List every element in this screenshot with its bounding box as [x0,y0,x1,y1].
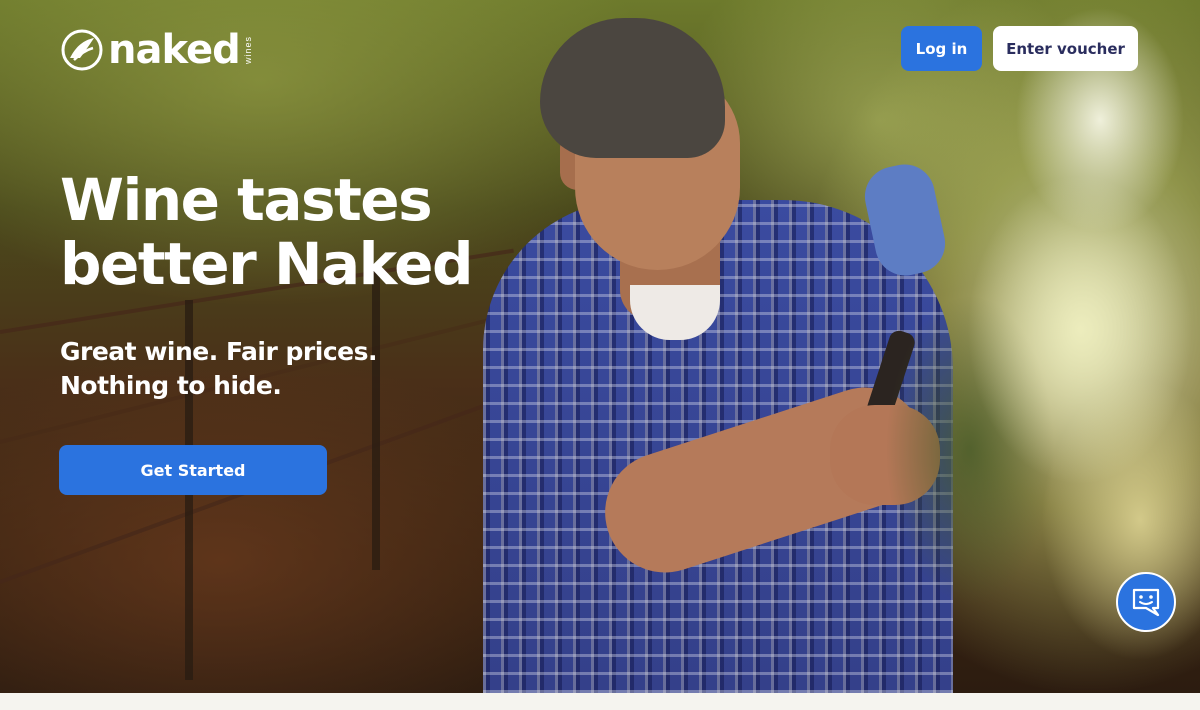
hero-title: Wine tastes better Naked [60,168,540,296]
vine-post-decoration [372,270,380,570]
naked-wines-logo-icon [61,29,103,71]
login-button[interactable]: Log in [901,26,982,71]
hero-subtitle: Great wine. Fair prices. Nothing to hide… [60,335,480,403]
chat-smiley-icon [1132,588,1160,617]
hero-subtitle-line: Great wine. Fair prices. [60,337,377,366]
chat-button[interactable] [1116,572,1176,632]
get-started-button[interactable]: Get Started [59,445,327,495]
logo-wordmark: naked [108,27,241,73]
hero-subtitle-line: Nothing to hide. [60,371,282,400]
brand-logo[interactable]: naked wines [60,28,253,72]
logo-subtext: wines [242,35,253,64]
page-footer-strip [0,693,1200,710]
hero-title-line: Wine tastes [60,166,433,234]
hero-title-line: better Naked [60,230,474,298]
site-header: naked wines Log in Enter voucher [0,0,1200,100]
enter-voucher-button[interactable]: Enter voucher [993,26,1138,71]
